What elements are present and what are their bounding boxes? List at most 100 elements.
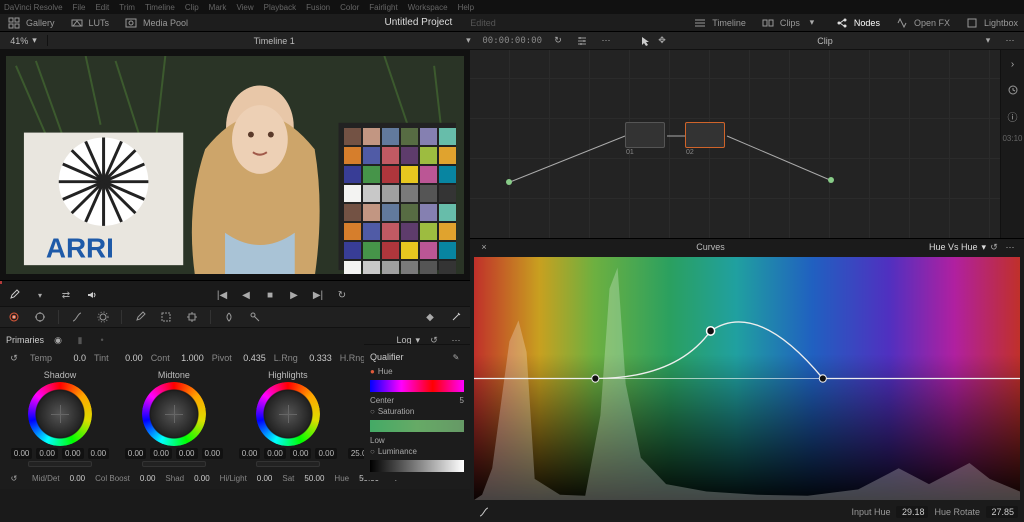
expand-icon[interactable]: › [1005,56,1021,72]
pivot-value[interactable]: 0.435 [240,353,266,363]
node-output-dot[interactable] [828,177,834,183]
reset-params-icon[interactable]: ↺ [6,350,22,366]
info-icon[interactable]: ⓘ [1005,108,1021,124]
colboost-value[interactable]: 0.00 [140,474,156,483]
lrng-value[interactable]: 0.333 [306,353,332,363]
curves-graph[interactable] [474,257,1020,500]
tint-value[interactable]: 0.00 [117,353,143,363]
shad-value[interactable]: 0.00 [194,474,210,483]
color-wheel[interactable] [142,382,206,446]
close-icon[interactable]: × [476,239,492,255]
color-wheel[interactable] [256,382,320,446]
sat-value[interactable]: 50.00 [304,474,324,483]
magic-wand-icon[interactable] [448,309,464,325]
menu-playback[interactable]: Playback [264,3,296,12]
wheel-val[interactable]: 0.00 [202,448,224,459]
wheel-val[interactable]: 0.00 [36,448,58,459]
blur-icon[interactable] [221,309,237,325]
menu-clip[interactable]: Clip [185,3,199,12]
play-icon[interactable]: ▶ [286,287,302,303]
wheel-val[interactable]: 0.00 [264,448,286,459]
wheel-val[interactable]: 0.00 [239,448,261,459]
qualifier-icon[interactable] [132,309,148,325]
input-hue-value[interactable]: 29.18 [896,506,928,518]
options-icon[interactable]: ⋯ [598,33,614,49]
center-value[interactable]: 5 [460,396,464,405]
menu-workspace[interactable]: Workspace [408,3,448,12]
menu-fairlight[interactable]: Fairlight [369,3,397,12]
reset-bottom-icon[interactable]: ↺ [6,470,22,486]
viewer-image[interactable]: ARRI [6,56,464,274]
bars-mode-icon[interactable]: ▮ [72,332,88,348]
menu-color[interactable]: Color [340,3,359,12]
hand-icon[interactable]: ✥ [654,33,670,49]
color-wheels-icon[interactable] [6,309,22,325]
timeline-name-chevron[interactable]: ▾ [460,33,476,49]
menu-view[interactable]: View [236,3,253,12]
master-slider[interactable] [256,461,320,467]
node-input-dot[interactable] [506,179,512,185]
menu-fusion[interactable]: Fusion [306,3,330,12]
magic-wand-icon[interactable]: ✎ [448,349,464,365]
hue-swatch[interactable] [370,380,464,392]
hue-rotate-value[interactable]: 27.85 [986,506,1018,518]
reset-icon[interactable]: ↺ [986,239,1002,255]
chevron-down-icon[interactable]: ▾ [980,33,996,49]
sat-swatch[interactable] [370,420,464,432]
toolbar-mediapool[interactable]: Media Pool [123,15,188,31]
sliders-icon[interactable] [574,33,590,49]
wheel-val[interactable]: 0.00 [88,448,110,459]
menu-edit[interactable]: Edit [95,3,109,12]
temp-value[interactable]: 0.0 [60,353,86,363]
curves-mode-dropdown[interactable]: Hue Vs Hue ▾ [929,242,986,253]
wheel-val[interactable]: 0.00 [176,448,198,459]
wheel-val[interactable]: 0.00 [125,448,147,459]
cont-value[interactable]: 1.000 [178,353,204,363]
menu-help[interactable]: Help [458,3,474,12]
color-wheel[interactable] [28,382,92,446]
node-01[interactable]: 01 [625,122,665,148]
toolbar-luts[interactable]: LUTs [69,15,110,31]
keyframe-icon[interactable]: ◆ [422,309,438,325]
target-icon[interactable] [32,309,48,325]
clock-icon[interactable] [1005,82,1021,98]
stop-icon[interactable]: ■ [262,287,278,303]
chevron-down-icon[interactable]: ▾ [32,287,48,303]
warper-icon[interactable] [95,309,111,325]
toolbar-timeline-toggle[interactable]: Timeline [692,15,746,31]
master-slider[interactable] [142,461,206,467]
key-icon[interactable] [247,309,263,325]
log-mode-icon[interactable]: • [94,332,110,348]
node-graph[interactable]: 01 02 [470,50,1024,238]
next-clip-icon[interactable]: ▶| [310,287,326,303]
node-02[interactable]: 02 [685,122,725,148]
menu-mark[interactable]: Mark [209,3,227,12]
zoom-dropdown[interactable]: 41%▾ [0,35,48,46]
menu-trim[interactable]: Trim [119,3,135,12]
toolbar-clips-toggle[interactable]: Clips ▾ [760,15,820,31]
lum-swatch[interactable] [370,460,464,472]
curves-icon[interactable] [69,309,85,325]
wheel-val[interactable]: 0.00 [290,448,312,459]
toolbar-nodes-toggle[interactable]: Nodes [834,15,880,31]
toolbar-lightbox-toggle[interactable]: Lightbox [964,15,1018,31]
master-slider[interactable] [28,461,92,467]
wheel-val[interactable]: 0.00 [315,448,337,459]
loop-icon[interactable]: ↻ [334,287,350,303]
window-icon[interactable] [158,309,174,325]
scrub-bar[interactable] [0,280,470,284]
toolbar-gallery[interactable]: Gallery [6,15,55,31]
options-icon[interactable]: ⋯ [1002,239,1018,255]
eyedropper-icon[interactable] [6,287,22,303]
speaker-icon[interactable] [84,287,100,303]
tracker-icon[interactable] [184,309,200,325]
wheel-val[interactable]: 0.00 [62,448,84,459]
wheels-mode-icon[interactable]: ◉ [50,332,66,348]
step-back-icon[interactable]: ◀ [238,287,254,303]
menu-timeline[interactable]: Timeline [145,3,175,12]
hilight-value[interactable]: 0.00 [257,474,273,483]
pointer-icon[interactable] [638,33,654,49]
options-icon[interactable]: ⋯ [1002,33,1018,49]
timecode[interactable]: 00:00:00:00 [482,36,542,46]
swap-icon[interactable]: ⇄ [58,287,74,303]
